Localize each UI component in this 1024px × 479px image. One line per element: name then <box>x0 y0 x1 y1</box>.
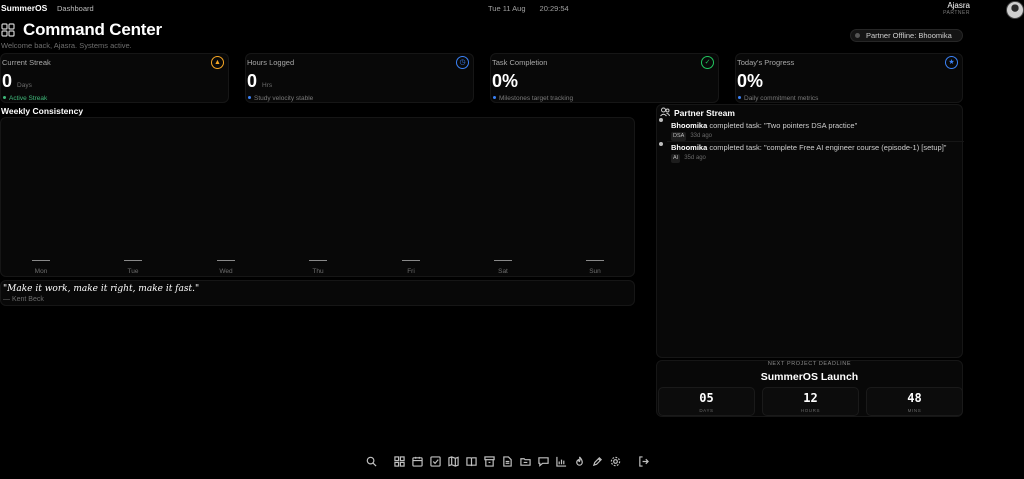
people-icon <box>660 107 670 117</box>
quote-author: — Kent Beck <box>3 296 44 303</box>
deadline-title: SummerOS Launch <box>760 371 859 383</box>
calendar-icon[interactable] <box>410 454 424 468</box>
timeline-dot <box>659 118 663 122</box>
day-label: Fri <box>407 268 415 275</box>
weekly-chart: Mon Tue Wed Thu Fri Sat Sun <box>0 117 635 277</box>
book-icon[interactable] <box>464 454 478 468</box>
stream-entry[interactable]: Bhoomika completed task: "complete Free … <box>671 142 956 163</box>
page-title: Command Center <box>23 20 162 39</box>
clock-icon: ◷ <box>456 56 469 69</box>
partner-stream: Partner Stream Bhoomika completed task: … <box>656 104 964 358</box>
entry-meta: DSA 33d ago <box>671 132 713 141</box>
folder-icon[interactable] <box>518 454 532 468</box>
bar-fri <box>402 260 420 261</box>
user-name: Ajasra <box>947 1 970 10</box>
bar-wed <box>217 260 235 261</box>
deadline-card: NEXT PROJECT DEADLINE SummerOS Launch 05… <box>656 360 963 417</box>
stat-label: Current Streak <box>2 58 51 67</box>
layout-icon[interactable] <box>482 454 496 468</box>
dashboard-icon[interactable] <box>392 454 406 468</box>
day-label: Tue <box>127 268 139 275</box>
grid-icon <box>1 23 15 37</box>
stat-card-hours: Hours Logged 0 Hrs Study velocity stable … <box>245 53 474 103</box>
deadline-label: NEXT PROJECT DEADLINE <box>767 361 852 367</box>
stat-value: 0% <box>492 71 519 91</box>
day-label: Sat <box>498 268 508 275</box>
flame-icon[interactable] <box>572 454 586 468</box>
stat-sub: Milestones target tracking <box>492 95 573 102</box>
day-label: Wed <box>219 268 233 275</box>
logout-icon[interactable] <box>636 454 650 468</box>
bar-sat <box>494 260 512 261</box>
map-icon[interactable] <box>446 454 460 468</box>
date-text: Tue 11 Aug <box>488 4 526 13</box>
countdown-hours: 12 HOURS <box>762 387 859 416</box>
stat-card-tasks: Task Completion 0% Milestones target tra… <box>490 53 719 103</box>
bar-thu <box>309 260 327 261</box>
countdown-days: 05 DAYS <box>658 387 755 416</box>
entry-text: Bhoomika completed task: "complete Free … <box>671 143 947 152</box>
stat-label: Today's Progress <box>737 58 795 67</box>
entry-meta: AI 35d ago <box>671 154 706 163</box>
time-text: 20:29:54 <box>539 4 569 13</box>
chat-icon[interactable] <box>536 454 550 468</box>
stream-title: Partner Stream <box>674 108 735 118</box>
search-icon[interactable] <box>364 454 378 468</box>
target-icon: ✓ <box>701 56 714 69</box>
chart-icon[interactable] <box>554 454 568 468</box>
flame-icon: ▲ <box>211 56 224 69</box>
bar-tue <box>124 260 142 261</box>
quote-card: "Make it work, make it right, make it fa… <box>0 280 635 306</box>
brand-name[interactable]: SummerOS <box>1 3 47 13</box>
clock: Tue 11 Aug 20:29:54 <box>488 4 569 13</box>
avatar[interactable] <box>1006 1 1024 19</box>
tasks-icon[interactable] <box>428 454 442 468</box>
stat-sub: Study velocity stable <box>247 95 313 102</box>
quote-text: "Make it work, make it right, make it fa… <box>3 284 200 294</box>
stat-sub: Daily commitment metrics <box>737 95 818 102</box>
welcome-text: Welcome back, Ajasra. Systems active. <box>1 41 132 50</box>
award-icon: ★ <box>945 56 958 69</box>
stream-entry[interactable]: Bhoomika completed task: "Two pointers D… <box>671 120 956 141</box>
bar-sun <box>586 260 604 261</box>
stat-value: 0 Hrs <box>247 71 273 91</box>
user-role: PARTNER <box>943 10 970 16</box>
countdown-mins: 48 MINS <box>866 387 963 416</box>
partner-status-text: Partner Offline: Bhoomika <box>866 31 952 40</box>
stat-card-streak: Current Streak 0 Days Active Streak ▲ <box>0 53 229 103</box>
stat-label: Task Completion <box>492 58 548 67</box>
stat-value: 0 Days <box>2 71 32 91</box>
day-label: Sun <box>589 268 601 275</box>
stat-value: 0% <box>737 71 764 91</box>
bottom-dock <box>364 452 650 470</box>
settings-icon[interactable] <box>608 454 622 468</box>
file-icon[interactable] <box>500 454 514 468</box>
pen-icon[interactable] <box>590 454 604 468</box>
day-label: Thu <box>312 268 324 275</box>
weekly-title: Weekly Consistency <box>1 106 84 116</box>
partner-status-badge: Partner Offline: Bhoomika <box>850 29 963 42</box>
entry-text: Bhoomika completed task: "Two pointers D… <box>671 121 858 130</box>
bar-mon <box>32 260 50 261</box>
breadcrumb[interactable]: Dashboard <box>57 4 94 13</box>
day-label: Mon <box>34 268 48 275</box>
stat-card-progress: Today's Progress 0% Daily commitment met… <box>735 53 963 103</box>
stat-sub: Active Streak <box>2 95 47 102</box>
timeline-dot <box>659 142 663 146</box>
status-dot <box>855 33 860 38</box>
stat-label: Hours Logged <box>247 58 295 67</box>
